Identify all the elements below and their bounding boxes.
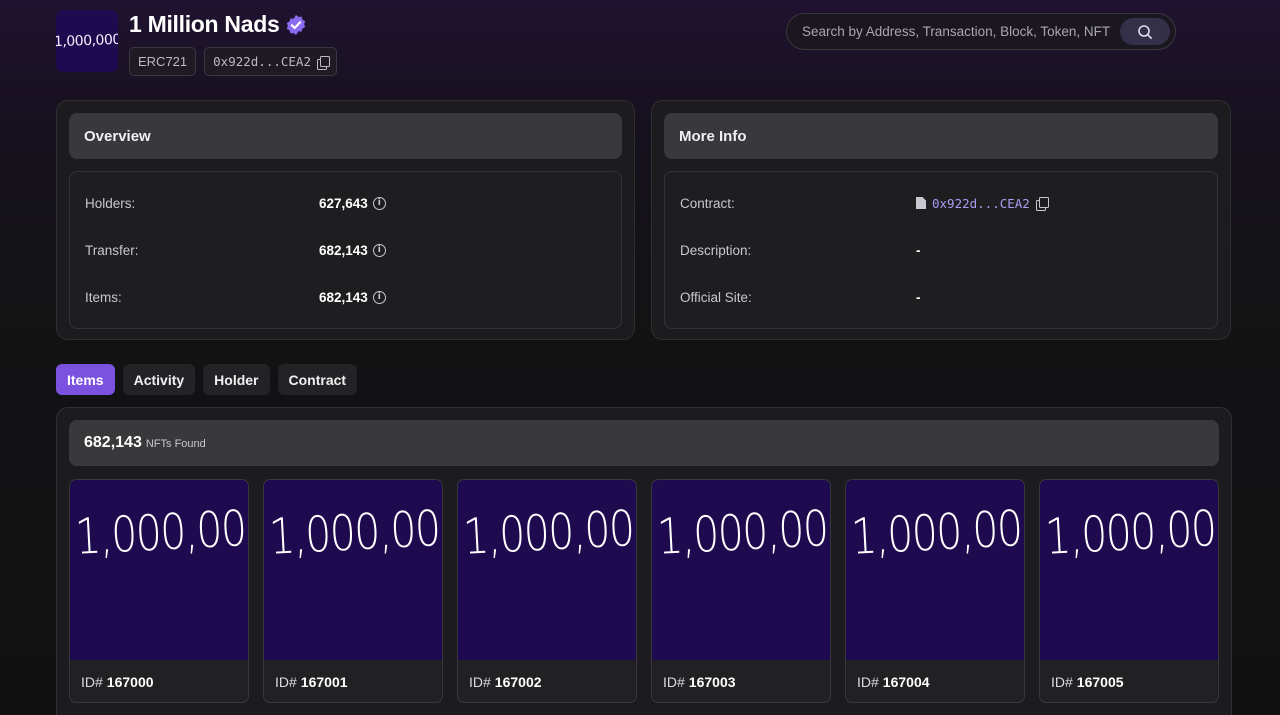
id-prefix: ID# [1051, 674, 1073, 690]
nft-id: 167001 [300, 674, 348, 690]
search-icon [1138, 24, 1152, 39]
address-badge[interactable]: 0x922d...CEA2 [204, 47, 337, 76]
standard-label: ERC721 [138, 54, 188, 69]
transfer-value: 682,143 [319, 242, 368, 258]
nft-card[interactable]: 1,000,000 ID# 167002 [457, 479, 637, 703]
holders-label: Holders: [85, 195, 136, 211]
overview-title: Overview [69, 113, 622, 159]
nfts-found-count: 682,143 [84, 434, 142, 451]
more-info-panel: More Info Contract: 0x922d...CEA2 Descri… [651, 100, 1231, 340]
nft-image-text: 1,000,000 [1044, 498, 1218, 566]
contract-label: Contract: [680, 195, 735, 211]
nft-image: 1,000,000 [652, 480, 830, 660]
holders-value: 627,643 [319, 195, 368, 211]
nft-id: 167004 [882, 674, 930, 690]
nft-grid: 1,000,000 ID# 167000 1,000,000 ID# 167001 … [69, 479, 1219, 703]
search-bar [786, 13, 1176, 50]
nft-image: 1,000,000 [1040, 480, 1218, 660]
address-text: 0x922d...CEA2 [213, 54, 311, 69]
document-icon [916, 197, 926, 209]
info-icon[interactable]: i [372, 290, 386, 304]
id-prefix: ID# [857, 674, 879, 690]
nft-card[interactable]: 1,000,000 ID# 167001 [263, 479, 443, 703]
tab-activity[interactable]: Activity [122, 364, 196, 395]
nft-image-text: 1,000,000 [462, 498, 636, 566]
copy-icon[interactable] [1035, 197, 1049, 211]
official-site-value: - [916, 289, 921, 305]
nft-caption: ID# 167005 [1040, 660, 1218, 702]
items-value-wrap: 682,143 i [319, 290, 386, 305]
more-info-title: More Info [664, 113, 1218, 159]
tab-items[interactable]: Items [56, 364, 115, 395]
official-site-label: Official Site: [680, 289, 752, 305]
search-button[interactable] [1120, 18, 1170, 45]
info-icon[interactable]: i [372, 196, 386, 210]
official-site-row: Official Site: - [680, 287, 1202, 307]
nft-id: 167005 [1076, 674, 1124, 690]
logo-text: 1,000,000 [56, 31, 118, 51]
description-value: - [916, 242, 921, 258]
standard-badge: ERC721 [129, 47, 197, 76]
nft-image: 1,000,000 [264, 480, 442, 660]
nft-card[interactable]: 1,000,000 ID# 167000 [69, 479, 249, 703]
transfer-label: Transfer: [85, 242, 139, 258]
id-prefix: ID# [275, 674, 297, 690]
verified-badge-icon [287, 14, 306, 35]
contract-row: Contract: 0x922d...CEA2 [680, 193, 1202, 213]
items-value: 682,143 [319, 289, 368, 305]
transfer-value-wrap: 682,143 i [319, 243, 386, 258]
nft-card[interactable]: 1,000,000 ID# 167005 [1039, 479, 1219, 703]
tab-bar: Items Activity Holder Contract [56, 364, 358, 395]
nft-card[interactable]: 1,000,000 ID# 167003 [651, 479, 831, 703]
contract-value-wrap: 0x922d...CEA2 [916, 196, 1049, 211]
nft-id: 167000 [106, 674, 154, 690]
collection-logo: 1,000,000 [56, 10, 118, 72]
id-prefix: ID# [469, 674, 491, 690]
nft-caption: ID# 167002 [458, 660, 636, 702]
collection-title: 1 Million Nads [129, 11, 280, 37]
items-row: Items: 682,143 i [85, 287, 606, 307]
description-label: Description: [680, 242, 752, 258]
tab-contract[interactable]: Contract [277, 364, 358, 395]
nft-image: 1,000,000 [846, 480, 1024, 660]
overview-panel: Overview Holders: 627,643 i Transfer: 68… [56, 100, 635, 340]
nft-image-text: 1,000,000 [850, 498, 1024, 566]
overview-body: Holders: 627,643 i Transfer: 682,143 i I… [69, 171, 622, 329]
holders-value-wrap: 627,643 i [319, 196, 386, 211]
nft-caption: ID# 167001 [264, 660, 442, 702]
nft-image-text: 1,000,000 [656, 498, 830, 566]
contract-address-link[interactable]: 0x922d...CEA2 [932, 196, 1030, 211]
more-info-body: Contract: 0x922d...CEA2 Description: - O… [664, 171, 1218, 329]
items-panel: 682,143 NFTs Found 1,000,000 ID# 167000 1… [56, 407, 1232, 715]
nfts-found-label: NFTs Found [145, 438, 206, 450]
holders-row: Holders: 627,643 i [85, 193, 606, 213]
nft-caption: ID# 167003 [652, 660, 830, 702]
collection-badges: ERC721 0x922d...CEA2 [129, 47, 337, 76]
nft-id: 167002 [494, 674, 542, 690]
nft-caption: ID# 167000 [70, 660, 248, 702]
id-prefix: ID# [663, 674, 685, 690]
nft-caption: ID# 167004 [846, 660, 1024, 702]
nft-card[interactable]: 1,000,000 ID# 167004 [845, 479, 1025, 703]
tab-holder[interactable]: Holder [203, 364, 270, 395]
nft-image: 1,000,000 [458, 480, 636, 660]
nfts-found-header: 682,143 NFTs Found [69, 420, 1219, 466]
nft-id: 167003 [688, 674, 736, 690]
info-icon[interactable]: i [372, 243, 386, 257]
title-wrap: 1 Million Nads [129, 11, 307, 38]
nft-image-text: 1,000,000 [268, 498, 442, 566]
transfer-row: Transfer: 682,143 i [85, 240, 606, 260]
copy-icon[interactable] [316, 55, 330, 70]
nft-image: 1,000,000 [70, 480, 248, 660]
nft-image-text: 1,000,000 [74, 498, 248, 566]
description-row: Description: - [680, 240, 1202, 260]
id-prefix: ID# [81, 674, 103, 690]
items-label: Items: [85, 289, 122, 305]
search-input[interactable] [787, 14, 1120, 49]
